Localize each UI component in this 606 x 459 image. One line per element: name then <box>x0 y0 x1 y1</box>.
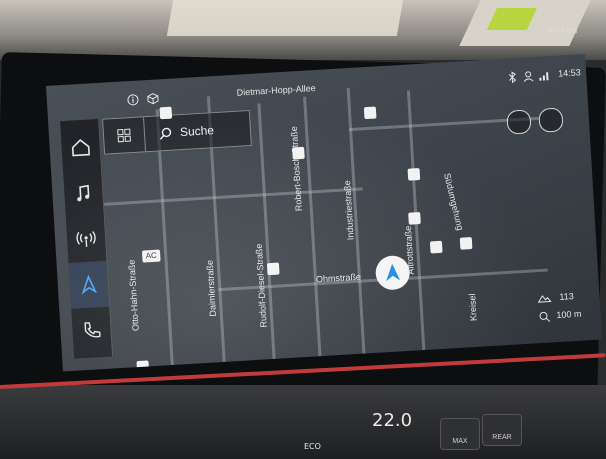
poi-marker[interactable] <box>429 240 443 254</box>
search-icon <box>159 127 172 140</box>
max-label: MAX <box>452 438 468 445</box>
rear-defrost-button[interactable]: REAR <box>482 414 522 446</box>
brand-badge: 90 KOS <box>548 28 579 35</box>
antenna-icon <box>76 231 96 247</box>
poi-ac-label: AC <box>145 250 158 261</box>
menu-grid-button[interactable] <box>103 117 147 154</box>
background-paper <box>166 0 404 36</box>
street-label: Südumgehung <box>442 172 466 232</box>
clock: 14:53 <box>557 67 581 79</box>
street-label: Robert-Bosch-Straße <box>288 126 304 212</box>
music-note-icon <box>77 184 90 202</box>
search-bar: Suche <box>102 109 252 155</box>
signal-icon <box>539 72 549 81</box>
map-settings-button[interactable] <box>538 107 564 133</box>
scale-value: 113 <box>559 291 575 302</box>
radio-button[interactable] <box>66 215 107 263</box>
scale-unit: 100 m <box>556 308 582 321</box>
cube-icon[interactable] <box>147 92 160 105</box>
media-button[interactable] <box>63 169 104 217</box>
poi-marker[interactable] <box>159 106 173 120</box>
poi-marker[interactable] <box>407 167 421 181</box>
current-street: Dietmar-Hopp-Allee <box>236 83 316 98</box>
phone-icon <box>84 322 101 338</box>
photo-scene: 90 KOS Dietmar-Hopp-Allee 14:53 Suche Ot… <box>0 0 606 459</box>
grid-icon <box>117 128 131 143</box>
sign-sticker <box>486 8 537 30</box>
poi-marker[interactable] <box>459 237 473 250</box>
mountain-icon <box>537 295 552 303</box>
user-icon <box>523 71 534 82</box>
rear-label: REAR <box>492 434 512 441</box>
road <box>303 96 322 357</box>
vehicle-arrow-icon <box>386 263 401 282</box>
sidebar <box>60 118 114 359</box>
home-button[interactable] <box>60 123 101 171</box>
poi-marker[interactable] <box>408 212 421 225</box>
info-icon[interactable] <box>127 94 140 107</box>
street-label: Daimlerstraße <box>204 259 218 317</box>
poi-marker[interactable] <box>292 146 305 160</box>
zoom-icon[interactable] <box>538 310 551 323</box>
max-defrost-button[interactable]: MAX <box>440 418 480 450</box>
eco-label: ECO <box>304 442 321 451</box>
poi-ac-marker[interactable]: AC <box>141 249 161 263</box>
home-icon <box>71 139 90 157</box>
mute-guidance-button[interactable] <box>506 109 532 135</box>
navigation-button[interactable] <box>68 260 110 309</box>
road <box>103 187 363 206</box>
poi-marker[interactable] <box>266 262 280 276</box>
bluetooth-icon <box>508 71 517 84</box>
search-label: Suche <box>179 123 215 140</box>
temperature-display: 22.0 <box>372 410 413 431</box>
infotainment-screen: Dietmar-Hopp-Allee 14:53 Suche Otto-Hahn… <box>46 53 603 372</box>
poi-marker[interactable] <box>363 106 377 120</box>
street-label: Kreisel <box>467 293 479 322</box>
background-sign <box>459 0 591 46</box>
phone-button[interactable] <box>71 307 112 355</box>
navigation-arrow-icon <box>81 274 98 295</box>
street-label: Otto-Hahn-Straße <box>126 259 141 332</box>
